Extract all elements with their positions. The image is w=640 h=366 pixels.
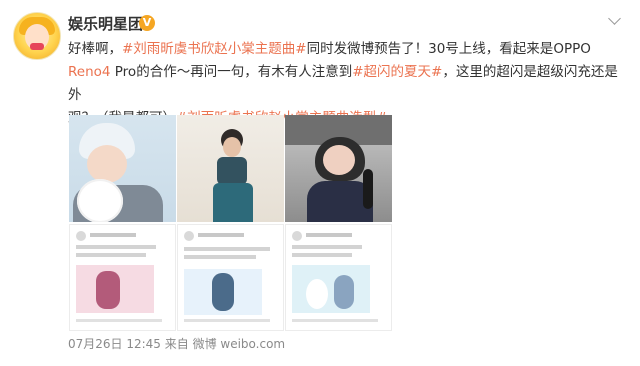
image-block bbox=[292, 265, 370, 313]
avatar[interactable] bbox=[13, 12, 61, 60]
avatar-shape bbox=[76, 231, 86, 241]
face-shape bbox=[323, 145, 355, 175]
face-shape bbox=[223, 137, 241, 157]
source-text: 来自 微博 weibo.com bbox=[164, 337, 286, 351]
figure-shape bbox=[96, 271, 120, 309]
text-line bbox=[184, 247, 270, 251]
footer-line bbox=[184, 319, 270, 322]
top-shape bbox=[217, 157, 247, 185]
text-line bbox=[76, 245, 156, 249]
figure-shape bbox=[212, 273, 234, 311]
photo-2[interactable] bbox=[177, 115, 284, 222]
verified-badge-icon: V bbox=[139, 15, 155, 31]
photo-3[interactable] bbox=[285, 115, 392, 222]
reno-link[interactable]: Reno4 bbox=[68, 64, 110, 80]
text-line bbox=[306, 233, 352, 237]
text-line bbox=[90, 233, 136, 237]
screenshot-3[interactable] bbox=[285, 224, 392, 331]
footer-line bbox=[292, 319, 378, 322]
screenshot-1[interactable] bbox=[69, 224, 176, 331]
post-text-2: 同时发微博预告了！30号上线，看起来是 bbox=[306, 41, 554, 57]
account-name[interactable]: 娱乐明星团 bbox=[68, 15, 143, 33]
post-text-3: Pro的合作～再问一句，有木有人注意到 bbox=[110, 64, 353, 80]
avatar-shape bbox=[292, 231, 302, 241]
mic-shape bbox=[363, 169, 373, 209]
hashtag-link-2[interactable]: #超闪的夏天# bbox=[352, 64, 442, 80]
footer-line bbox=[76, 319, 162, 322]
text-line bbox=[184, 255, 256, 259]
hashtag-link-1[interactable]: #刘雨昕虞书欣赵小棠主题曲# bbox=[122, 41, 307, 57]
timestamp-text[interactable]: 07月26日 12:45 bbox=[68, 337, 161, 351]
text-line bbox=[198, 233, 244, 237]
post-meta: 07月26日 12:45 来自 微博 weibo.com bbox=[68, 337, 285, 351]
photo-1[interactable] bbox=[69, 115, 176, 222]
skirt-shape bbox=[213, 183, 253, 222]
text-line bbox=[76, 253, 146, 257]
dog-shape bbox=[77, 179, 123, 222]
avatar-shape bbox=[184, 231, 194, 241]
post-text-1: 好棒啊， bbox=[68, 41, 122, 57]
text-line bbox=[292, 253, 352, 257]
chevron-down-icon[interactable] bbox=[608, 12, 621, 25]
figure-shape bbox=[334, 275, 354, 309]
avatar-bow bbox=[30, 43, 44, 50]
dog-shape bbox=[306, 279, 328, 309]
text-line bbox=[292, 245, 362, 249]
face-shape bbox=[87, 145, 127, 183]
screenshot-2[interactable] bbox=[177, 224, 284, 331]
post-text-oppo: OPPO bbox=[553, 41, 591, 57]
